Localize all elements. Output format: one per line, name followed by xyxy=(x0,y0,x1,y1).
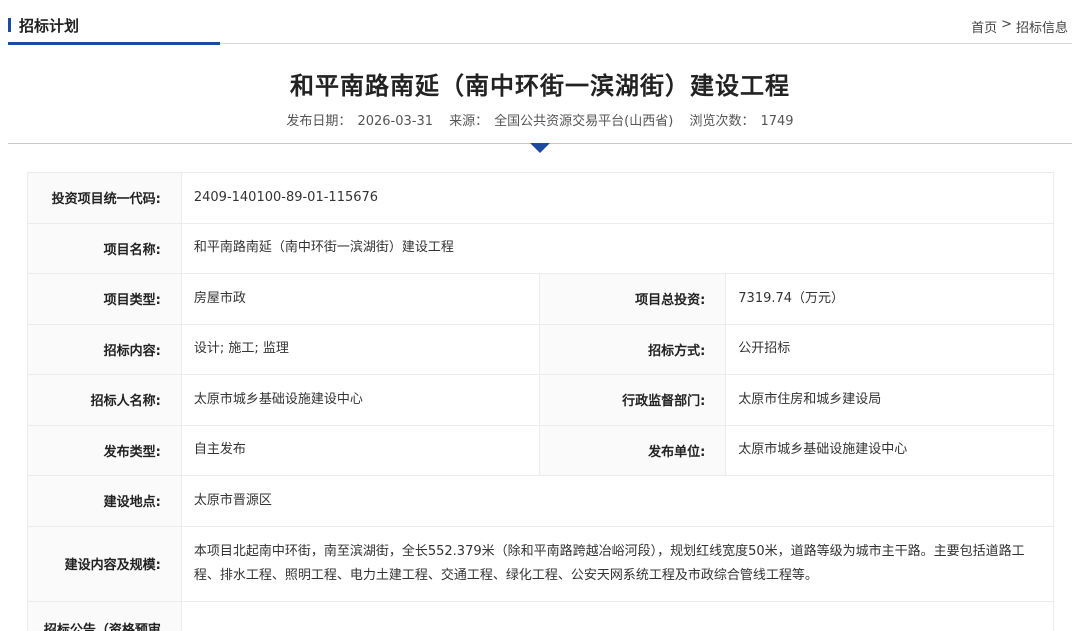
publish-unit-label: 发布单位: xyxy=(539,424,727,476)
section-title-text: 招标计划 xyxy=(19,16,80,35)
scale-label: 建设内容及规模: xyxy=(27,525,182,602)
page-title: 和平南路南延（南中环街一滨湖街）建设工程 xyxy=(290,72,790,100)
project-type-label: 项目类型: xyxy=(27,273,182,325)
source-label: 来源： xyxy=(449,114,489,129)
tender-method-value: 公开招标 xyxy=(725,323,1054,375)
location-label: 建设地点: xyxy=(27,475,182,527)
divider-arrow-icon xyxy=(530,143,550,153)
project-type-value: 房屋市政 xyxy=(180,273,541,325)
total-investment-value: 7319.74（万元） xyxy=(725,273,1054,325)
breadcrumb-home-link[interactable]: 首页 xyxy=(971,17,997,36)
table-row: 招标人名称: 太原市城乡基础设施建设中心 行政监督部门: 太原市住房和城乡建设局 xyxy=(27,374,1054,426)
table-row: 建设内容及规模: 本项目北起南中环街，南至滨湖街，全长552.379米（除和平南… xyxy=(27,525,1055,602)
table-row: 招标公告（资格预审 xyxy=(27,600,1055,631)
project-code-label: 投资项目统一代码: xyxy=(27,172,182,224)
breadcrumb-current-link[interactable]: 招标信息 xyxy=(1016,17,1068,36)
section-title: 招标计划 xyxy=(8,14,79,36)
location-value: 太原市晋源区 xyxy=(180,475,1055,527)
tenderer-name-value: 太原市城乡基础设施建设中心 xyxy=(180,374,541,426)
notice-value xyxy=(180,600,1055,631)
publish-type-value: 自主发布 xyxy=(180,424,541,476)
source-value: 全国公共资源交易平台(山西省) xyxy=(494,114,674,129)
breadcrumb-separator: > xyxy=(1001,17,1012,32)
project-info-table: 投资项目统一代码: 2409-140100-89-01-115676 项目名称:… xyxy=(27,172,1055,631)
tender-content-value: 设计; 施工; 监理 xyxy=(180,323,541,375)
notice-label: 招标公告（资格预审 xyxy=(27,600,182,631)
table-row: 项目名称: 和平南路南延（南中环街一滨湖街）建设工程 xyxy=(27,222,1055,274)
table-row: 发布类型: 自主发布 发布单位: 太原市城乡基础设施建设中心 xyxy=(27,424,1054,476)
supervisor-value: 太原市住房和城乡建设局 xyxy=(725,374,1054,426)
supervisor-label: 行政监督部门: xyxy=(539,374,727,426)
title-accent-mark xyxy=(8,18,11,32)
tender-method-label: 招标方式: xyxy=(539,323,727,375)
project-code-value: 2409-140100-89-01-115676 xyxy=(180,172,1055,224)
total-investment-label: 项目总投资: xyxy=(539,273,727,325)
view-count-value: 1749 xyxy=(760,114,794,129)
article-meta: 发布日期： 2026-03-31 来源： 全国公共资源交易平台(山西省) 浏览次数：… xyxy=(0,110,1080,129)
table-row: 招标内容: 设计; 施工; 监理 招标方式: 公开招标 xyxy=(27,323,1054,375)
project-name-label: 项目名称: xyxy=(27,222,182,274)
section-title-underline xyxy=(8,42,220,45)
source: 来源： 全国公共资源交易平台(山西省) xyxy=(446,114,676,129)
table-row: 投资项目统一代码: 2409-140100-89-01-115676 xyxy=(27,172,1055,224)
publish-type-label: 发布类型: xyxy=(27,424,182,476)
view-count-label: 浏览次数： xyxy=(689,114,755,129)
tenderer-name-label: 招标人名称: xyxy=(27,374,182,426)
top-bar: 招标计划 首页 > 招标信息 xyxy=(8,0,1072,45)
table-row: 建设地点: 太原市晋源区 xyxy=(27,475,1055,527)
scale-value: 本项目北起南中环街，南至滨湖街，全长552.379米（除和平南路跨越冶峪河段），… xyxy=(180,525,1055,602)
view-count: 浏览次数： 1749 xyxy=(686,114,796,129)
tender-content-label: 招标内容: xyxy=(27,323,182,375)
project-name-value: 和平南路南延（南中环街一滨湖街）建设工程 xyxy=(180,222,1055,274)
publish-date: 发布日期： 2026-03-31 xyxy=(283,114,436,129)
table-row: 项目类型: 房屋市政 项目总投资: 7319.74（万元） xyxy=(27,273,1054,325)
publish-date-value: 2026-03-31 xyxy=(357,114,433,129)
publish-unit-value: 太原市城乡基础设施建设中心 xyxy=(725,424,1054,476)
breadcrumb: 首页 > 招标信息 xyxy=(971,17,1068,36)
publish-date-label: 发布日期： xyxy=(286,114,352,129)
